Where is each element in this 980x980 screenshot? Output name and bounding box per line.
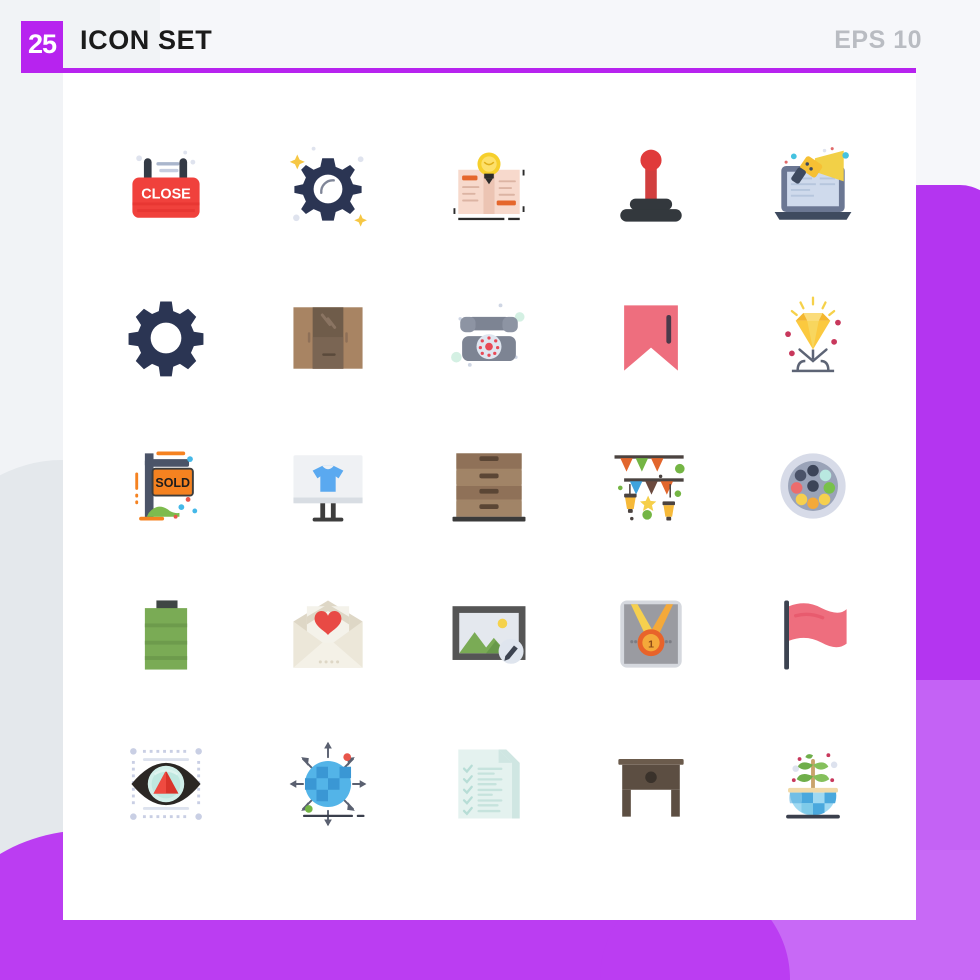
- chest-drawers-icon: [453, 453, 526, 523]
- laptop-megaphone-icon: [774, 147, 852, 221]
- icon-cell-checklist-document[interactable]: [409, 709, 571, 858]
- close-sign-icon: CLOSE: [132, 150, 200, 219]
- icon-cell-battery[interactable]: [85, 561, 247, 710]
- icon-cell-color-palette[interactable]: [732, 412, 894, 561]
- icon-cell-wardrobe[interactable]: [247, 264, 409, 413]
- icon-cell-sold-sign[interactable]: SOLD: [85, 412, 247, 561]
- icon-cell-nightstand[interactable]: [570, 709, 732, 858]
- canvas: 25 ICON SET EPS 10 CLOSE SOLD 1: [0, 0, 980, 980]
- telephone-icon: [451, 303, 526, 367]
- icon-grid: CLOSE SOLD 1: [63, 73, 916, 920]
- book-idea-icon: [453, 152, 526, 221]
- sold-sign-icon: SOLD: [135, 451, 198, 522]
- diamond-stand-icon: [785, 296, 841, 373]
- icon-cell-close-sign[interactable]: CLOSE: [85, 115, 247, 264]
- medal-frame-icon: 1: [620, 600, 683, 668]
- nightstand-icon: [618, 758, 684, 817]
- vision-eye-icon: [129, 747, 202, 820]
- icon-cell-diamond-stand[interactable]: [732, 264, 894, 413]
- bookmark-icon: [624, 305, 679, 371]
- checklist-document-icon: [458, 749, 521, 819]
- format-label: EPS 10: [834, 26, 922, 54]
- global-network-icon: [289, 741, 367, 826]
- gear-sparkle-icon: [289, 147, 367, 227]
- icon-cell-flag[interactable]: [732, 561, 894, 710]
- header-divider: [21, 68, 916, 73]
- icon-cell-chest-drawers[interactable]: [409, 412, 571, 561]
- icon-cell-edit-photo[interactable]: [409, 561, 571, 710]
- icon-panel: CLOSE SOLD 1: [63, 73, 916, 920]
- icon-cell-medal-frame[interactable]: 1: [570, 561, 732, 710]
- icon-cell-love-letter[interactable]: [247, 561, 409, 710]
- svg-text:1: 1: [648, 639, 654, 651]
- plant-globe-icon: [786, 752, 840, 819]
- party-bunting-icon: [614, 455, 685, 522]
- icon-count-badge: 25: [21, 21, 63, 68]
- icon-cell-global-network[interactable]: [247, 709, 409, 858]
- svg-text:CLOSE: CLOSE: [141, 187, 191, 203]
- love-letter-icon: [293, 600, 363, 668]
- icon-cell-gear-sparkle[interactable]: [247, 115, 409, 264]
- gear-icon: [128, 301, 204, 377]
- header: 25 ICON SET EPS 10: [0, 0, 980, 73]
- page-title: ICON SET: [80, 25, 213, 55]
- icon-cell-vision-eye[interactable]: [85, 709, 247, 858]
- edit-photo-icon: [453, 606, 526, 664]
- icon-cell-bookmark[interactable]: [570, 264, 732, 413]
- joystick-icon: [620, 149, 683, 222]
- icon-cell-tshirt-billboard[interactable]: [247, 412, 409, 561]
- icon-cell-party-bunting[interactable]: [570, 412, 732, 561]
- icon-cell-gear[interactable]: [85, 264, 247, 413]
- icon-cell-plant-globe[interactable]: [732, 709, 894, 858]
- color-palette-icon: [780, 453, 846, 520]
- wardrobe-icon: [293, 307, 363, 369]
- tshirt-billboard-icon: [293, 455, 363, 523]
- svg-text:SOLD: SOLD: [155, 476, 190, 490]
- icon-cell-telephone[interactable]: [409, 264, 571, 413]
- flag-icon: [784, 600, 847, 670]
- icon-cell-book-idea[interactable]: [409, 115, 571, 264]
- icon-cell-laptop-megaphone[interactable]: [732, 115, 894, 264]
- battery-icon: [144, 600, 188, 670]
- icon-cell-joystick[interactable]: [570, 115, 732, 264]
